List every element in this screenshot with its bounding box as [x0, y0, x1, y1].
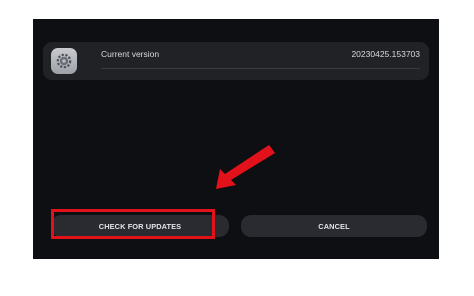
divider: [101, 68, 420, 69]
highlight-box: [51, 209, 215, 239]
cancel-button[interactable]: CANCEL: [241, 215, 427, 237]
settings-app-icon: [51, 48, 77, 74]
current-version-label: Current version: [101, 49, 160, 59]
current-version-card: Current version 20230425.153703: [43, 42, 429, 80]
current-version-value: 20230425.153703: [351, 49, 420, 59]
red-arrow-icon: [216, 145, 275, 189]
gear-icon: [56, 53, 72, 69]
